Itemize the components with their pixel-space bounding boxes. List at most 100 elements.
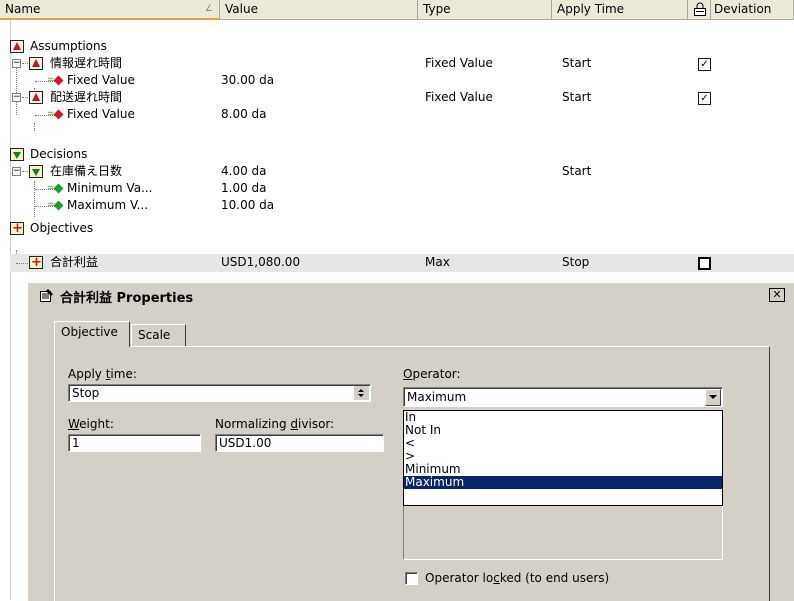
fixed-value-icon <box>53 109 64 120</box>
column-header-name[interactable]: Name ∠ <box>0 0 220 20</box>
row-apply-time: Start <box>562 90 592 104</box>
lock-icon <box>694 2 706 16</box>
row-name: Maximum V... <box>67 198 149 212</box>
objective-category-icon <box>10 220 24 237</box>
operator-locked-label: Operator locked (to end users) <box>425 571 610 585</box>
row-name: Fixed Value <box>67 107 135 121</box>
row-value: USD1,080.00 <box>221 255 301 269</box>
tab-scale[interactable]: Scale <box>131 324 186 346</box>
tree-row-bound[interactable]: = Minimum Va... 1.00 da <box>10 180 794 197</box>
tree-line <box>22 63 28 64</box>
apply-time-label: Apply time: <box>68 367 137 381</box>
close-button[interactable]: ✕ <box>769 288 785 302</box>
tree-row-bound[interactable]: = Maximum V... 10.00 da <box>10 197 794 214</box>
row-apply-time: Stop <box>562 255 590 269</box>
operator-label: Operator: <box>403 367 461 381</box>
bound-icon <box>53 183 64 194</box>
operator-option[interactable]: Not In <box>404 424 722 437</box>
tree-row-objective[interactable]: 合計利益 USD1,080.00 Max Stop <box>10 254 794 272</box>
column-header-lock[interactable] <box>688 0 711 20</box>
tree-line <box>34 123 35 131</box>
collapse-toggle-icon[interactable]: − <box>12 167 21 176</box>
spinner-arrows-icon[interactable] <box>353 386 369 400</box>
lock-checkbox[interactable] <box>698 257 711 270</box>
fixed-value-icon <box>53 75 64 86</box>
operator-option[interactable]: < <box>404 437 722 450</box>
column-header-apply-time[interactable]: Apply Time <box>552 0 688 20</box>
tree-row-objectives[interactable]: Objectives <box>10 220 794 237</box>
lock-checkbox[interactable]: ✓ <box>698 58 711 71</box>
column-header-apply-time-label: Apply Time <box>557 2 625 16</box>
weight-input[interactable]: 1 <box>68 434 201 452</box>
bound-icon <box>53 200 64 211</box>
operator-values-list[interactable] <box>403 506 723 560</box>
collapse-toggle-icon[interactable]: − <box>12 93 21 102</box>
normalizing-divisor-input[interactable]: USD1.00 <box>215 434 384 452</box>
row-type: Fixed Value <box>425 56 493 70</box>
row-value: 1.00 da <box>221 181 267 195</box>
decision-icon <box>29 165 43 178</box>
row-value: 30.00 da <box>221 73 275 87</box>
sort-ascending-icon: ∠ <box>204 4 213 14</box>
column-header-name-label: Name <box>5 2 41 16</box>
tab-scale-label: Scale <box>138 328 171 342</box>
tree-row-assumption[interactable]: − 情報遅れ時間 Fixed Value Start ✓ <box>10 55 794 72</box>
row-value: 10.00 da <box>221 198 275 212</box>
weight-label: Weight: <box>68 417 114 431</box>
properties-dialog: 合計利益 Properties ✕ Objective Scale Apply … <box>27 282 794 601</box>
dialog-title-bar[interactable]: 合計利益 Properties ✕ <box>28 283 794 309</box>
column-header-value-label: Value <box>225 2 258 16</box>
tree-row-decision[interactable]: − 在庫備え日数 4.00 da Start <box>10 163 794 180</box>
row-name: Assumptions <box>30 39 107 53</box>
row-value: 4.00 da <box>221 164 267 178</box>
operator-dropdown-list: In Not In < > Minimum Maximum <box>403 410 723 506</box>
column-header-type-label: Type <box>423 2 451 16</box>
tab-objective-label: Objective <box>61 325 118 339</box>
close-icon: ✕ <box>772 288 782 301</box>
operator-locked-checkbox[interactable] <box>405 572 418 585</box>
column-header-deviation[interactable]: Deviation <box>711 0 794 20</box>
row-name: 合計利益 <box>50 255 99 269</box>
tree-row-distribution[interactable]: = Fixed Value 8.00 da <box>10 106 794 123</box>
operator-select[interactable]: Maximum <box>403 387 723 407</box>
row-name: Minimum Va... <box>67 181 153 195</box>
column-header-type[interactable]: Type <box>418 0 552 20</box>
lock-checkbox[interactable]: ✓ <box>698 92 711 105</box>
assumption-icon <box>29 91 43 104</box>
tree-row-distribution[interactable]: = Fixed Value 30.00 da <box>10 72 794 89</box>
row-apply-time: Start <box>562 56 592 70</box>
row-name: 配送遅れ時間 <box>50 90 123 104</box>
assumption-icon <box>29 57 43 70</box>
tree-line <box>16 263 28 264</box>
collapse-toggle-icon[interactable]: − <box>12 59 21 68</box>
row-type: Fixed Value <box>425 90 493 104</box>
tree-row-assumption[interactable]: − 配送遅れ時間 Fixed Value Start ✓ <box>10 89 794 106</box>
objective-icon <box>29 254 43 271</box>
tree-line <box>22 171 28 172</box>
row-name: Fixed Value <box>67 73 135 87</box>
chevron-down-icon[interactable] <box>705 389 721 406</box>
tab-objective[interactable]: Objective <box>54 321 130 347</box>
normalizing-divisor-value: USD1.00 <box>219 436 272 450</box>
operator-option-selected[interactable]: Maximum <box>404 476 722 489</box>
column-header-value[interactable]: Value <box>220 0 418 20</box>
row-type: Max <box>425 255 450 269</box>
properties-icon <box>40 289 53 302</box>
tree-line <box>22 97 28 98</box>
row-name: Decisions <box>30 147 88 161</box>
decision-category-icon <box>10 148 24 161</box>
row-apply-time: Start <box>562 164 592 178</box>
normalizing-divisor-label: Normalizing divisor: <box>215 417 335 431</box>
operator-option[interactable]: In <box>404 411 722 424</box>
tree-row-assumptions[interactable]: Assumptions <box>10 38 794 55</box>
apply-time-value: Stop <box>72 386 100 400</box>
assumption-category-icon <box>10 40 24 53</box>
row-name: 情報遅れ時間 <box>50 56 123 70</box>
row-value: 8.00 da <box>221 107 267 121</box>
apply-time-spinner[interactable]: Stop <box>68 384 371 402</box>
operator-value: Maximum <box>407 390 467 404</box>
row-name: 在庫備え日数 <box>50 164 123 178</box>
column-header-deviation-label: Deviation <box>714 2 772 16</box>
row-name: Objectives <box>30 221 94 235</box>
tree-row-decisions[interactable]: Decisions <box>10 146 794 163</box>
